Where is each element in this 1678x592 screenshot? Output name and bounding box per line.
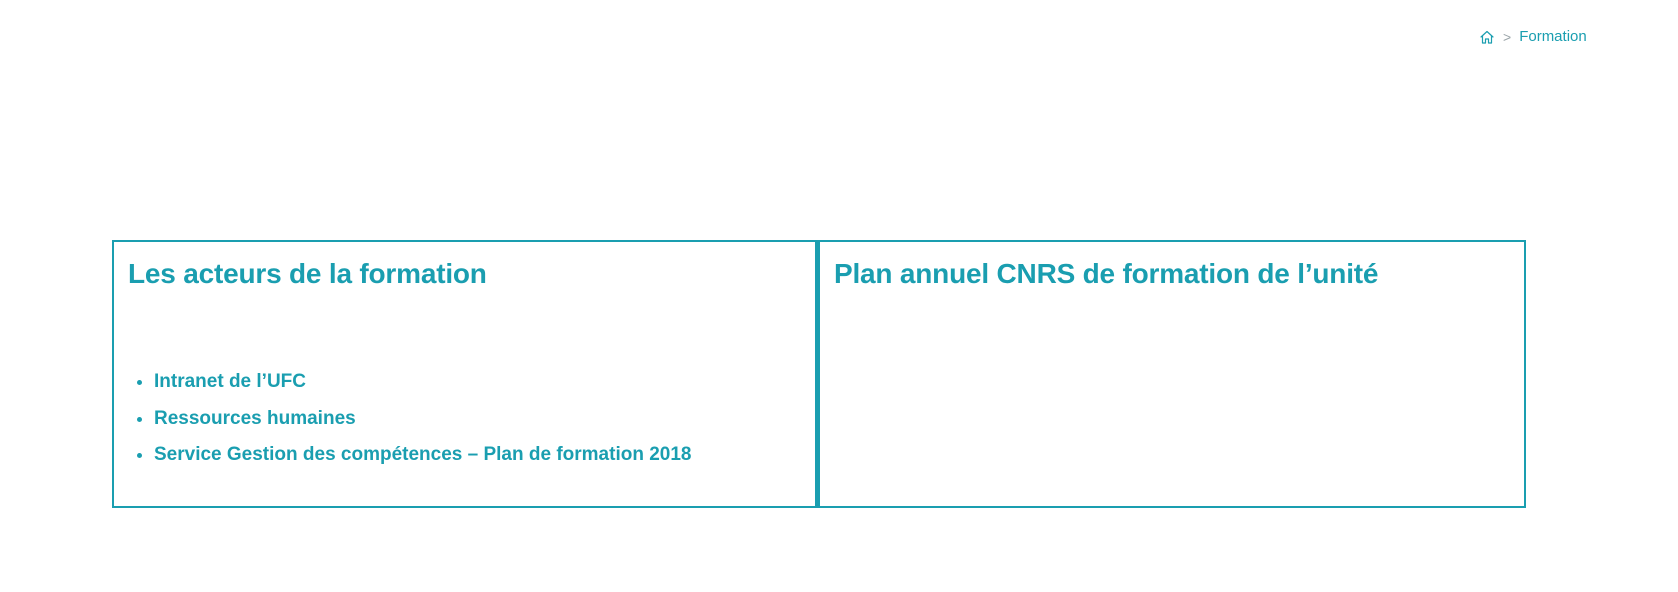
actors-title: Les acteurs de la formation xyxy=(128,258,487,289)
link-intranet-ufc[interactable]: Intranet de l’UFC xyxy=(154,371,306,392)
home-icon[interactable] xyxy=(1479,29,1495,45)
list-item: Intranet de l’UFC xyxy=(154,364,801,401)
actors-link-list: Intranet de l’UFC Ressources humaines Se… xyxy=(128,364,801,474)
link-ressources-humaines[interactable]: Ressources humaines xyxy=(154,408,356,429)
page: > Formation Les acteurs de la formation … xyxy=(0,0,1678,592)
list-item: Service Gestion des compétences – Plan d… xyxy=(154,437,801,474)
list-item: Ressources humaines xyxy=(154,401,801,438)
link-plan-formation-2018[interactable]: Service Gestion des compétences – Plan d… xyxy=(154,444,692,465)
actors-box: Les acteurs de la formation Intranet de … xyxy=(112,240,817,508)
content-boxes: Les acteurs de la formation Intranet de … xyxy=(112,240,1526,508)
breadcrumb-item-formation[interactable]: Formation xyxy=(1519,28,1587,45)
cnrs-plan-title: Plan annuel CNRS de formation de l’unité xyxy=(834,258,1379,289)
breadcrumb-separator: > xyxy=(1503,28,1512,45)
breadcrumb: > Formation xyxy=(1479,28,1587,45)
cnrs-plan-box: Plan annuel CNRS de formation de l’unité xyxy=(817,240,1526,508)
